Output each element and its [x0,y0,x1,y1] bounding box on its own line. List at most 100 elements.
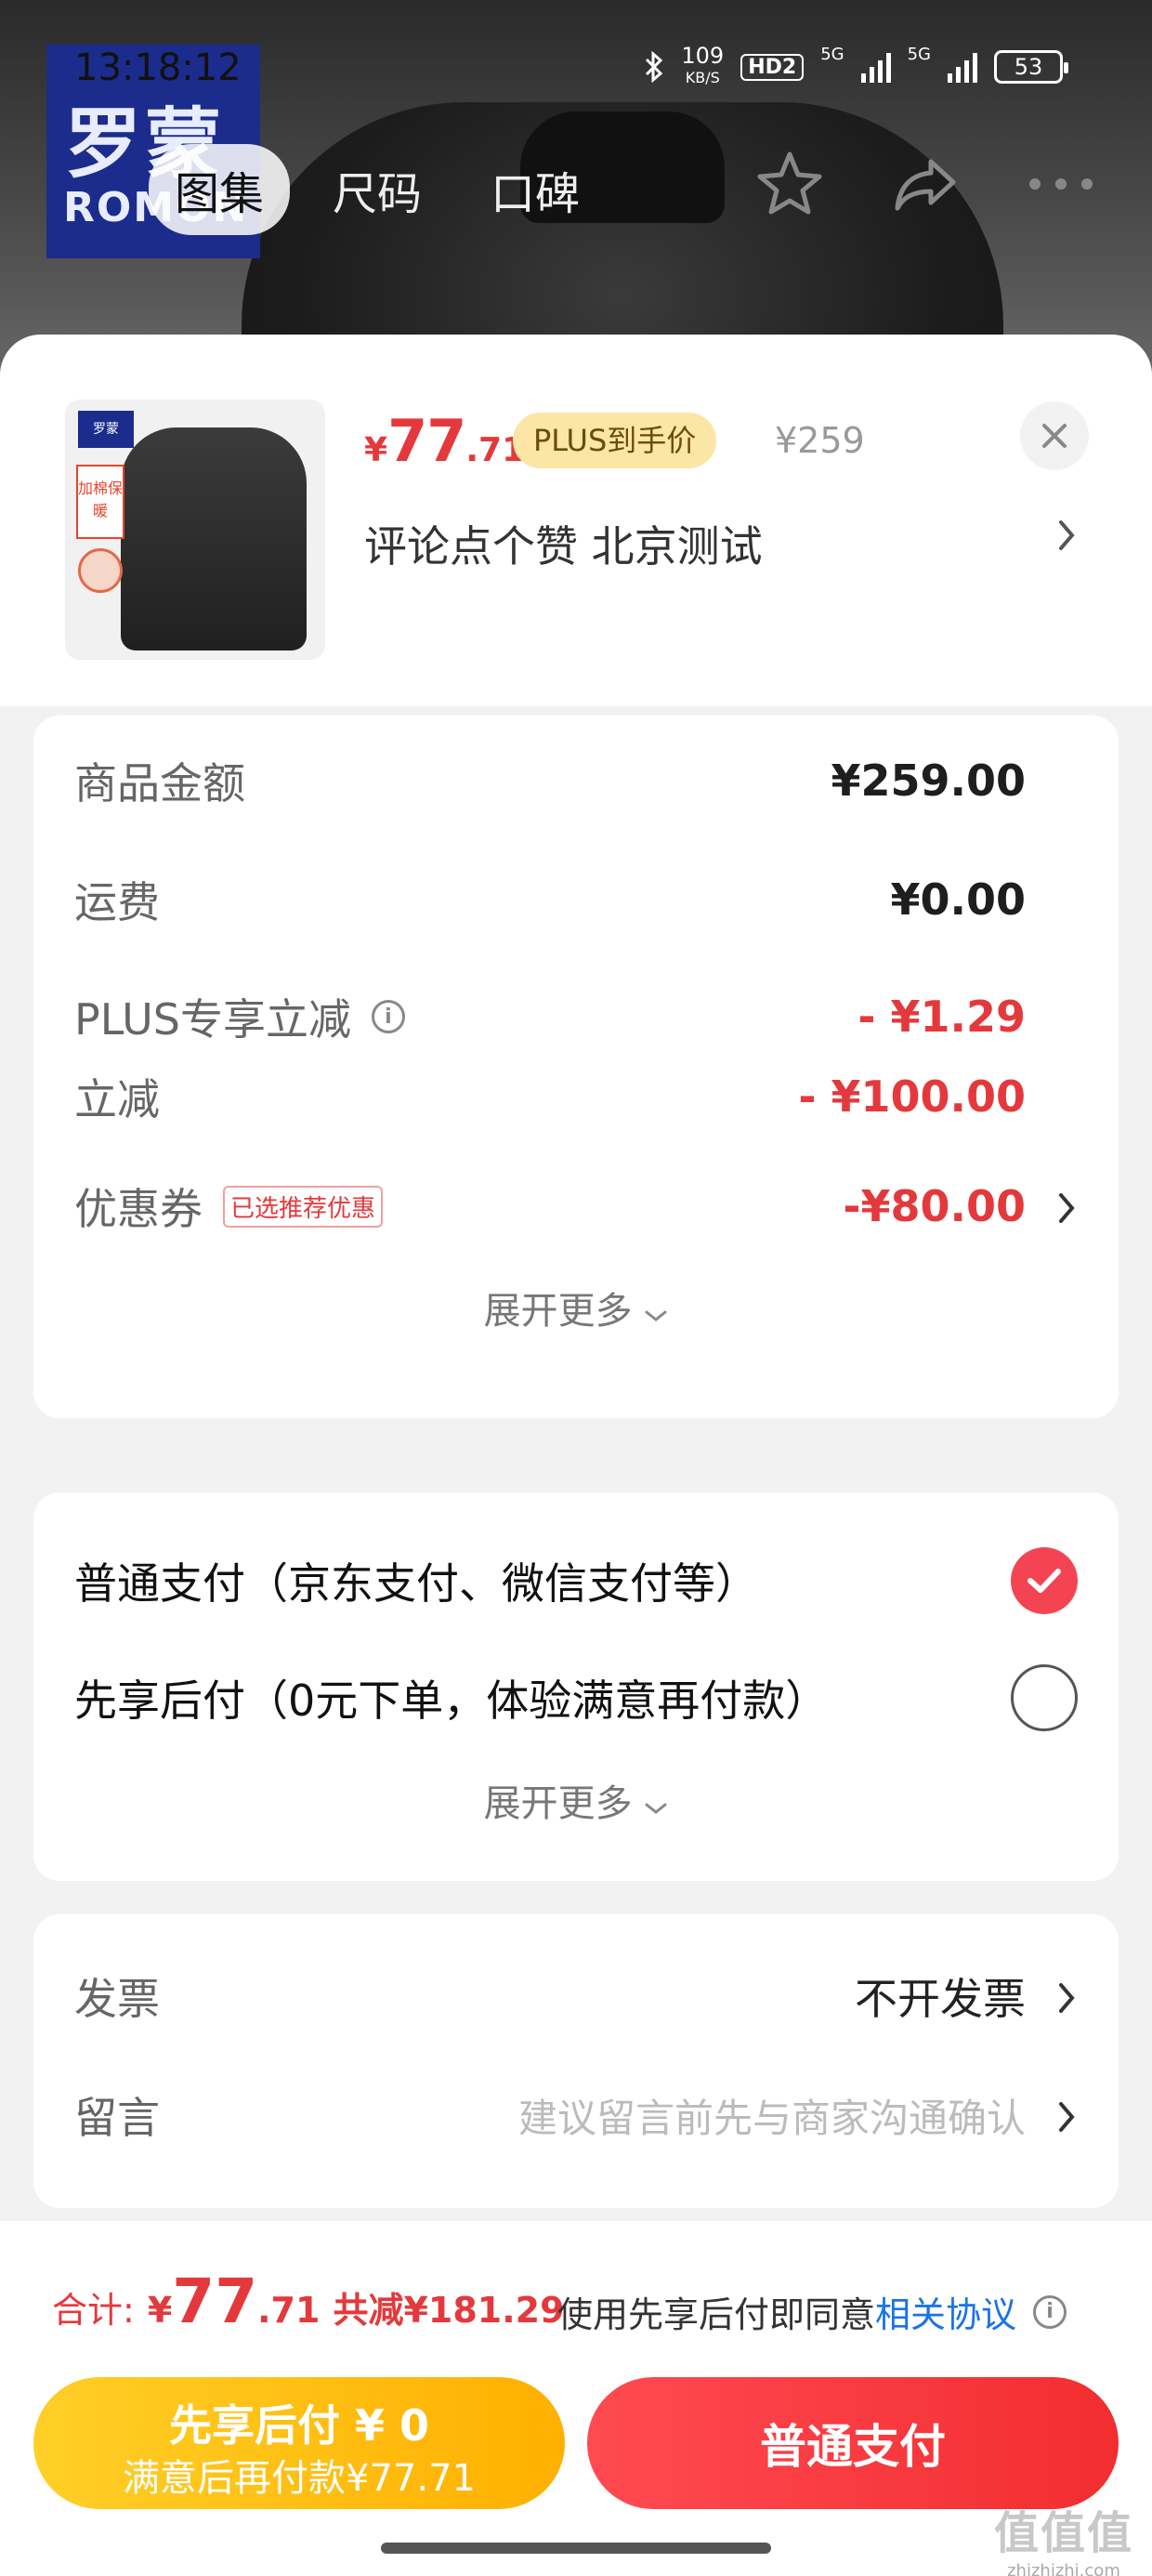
expand-more-label: 展开更多 [483,1782,633,1825]
message-input[interactable]: 建议留言前先与商家沟通确认 [518,2087,1078,2144]
agreement-notice: 使用先享后付即同意 相关协议 i [557,2286,1067,2337]
top-tabs: 图集 尺码 口碑 [149,144,606,235]
star-icon[interactable] [754,149,825,219]
price-integer: 77 [387,407,466,475]
total-saved: 共减¥181.29 [333,2290,565,2331]
plus-price-badge: PLUS到手价 [513,413,717,468]
status-bar: 13:18:12 109 KB/S HD2 5G 5G 53 [0,0,1152,139]
watermark: 值值值 zhizhizhi.com [994,2496,1133,2576]
hd-icon: HD2 [740,53,805,81]
total-integer: 77 [172,2266,258,2337]
payment-card: 普通支付（京东支付、微信支付等） 先享后付（0元下单，体验满意再付款） 展开更多 [33,1492,1119,1881]
amount-label: 运费 [74,877,160,927]
close-button[interactable] [1020,401,1089,470]
amount-value: - ¥1.29 [857,992,1026,1042]
total-symbol: ¥ [147,2290,173,2331]
thumbnail-badge-icon [78,548,123,593]
status-time: 13:18:12 [74,46,242,89]
pay-later-title: 先享后付 ¥ 0 [168,2400,430,2451]
price-symbol: ¥ [364,431,388,469]
product-summary: 罗蒙 加棉保暖 ¥ 77 .71 PLUS到手价 ¥259 评论点个赞 北京测试 [0,335,1152,706]
amount-row-shipping: 运费 ¥0.00 [74,862,1078,937]
message-row[interactable]: 留言 建议留言前先与商家沟通确认 [74,2078,1078,2152]
more-icon[interactable] [1026,175,1096,193]
watermark-url: zhizhizhi.com [1007,2561,1120,2576]
amount-row-goods: 商品金额 ¥259.00 [74,743,1078,818]
total-line: 合计: ¥ 77 .71 共减¥181.29 [52,2266,565,2337]
signal-label-1: 5G [820,45,844,64]
thumbnail-jacket [121,427,307,651]
invoice-value: 不开发票 [855,1974,1026,2024]
bottom-bar: 合计: ¥ 77 .71 共减¥181.29 使用先享后付即同意 相关协议 i … [0,2221,1152,2576]
bluetooth-icon [646,51,663,83]
tab-size[interactable]: 尺码 [307,144,448,235]
pay-now-button[interactable]: 普通支付 [587,2377,1119,2509]
expand-more-payment[interactable]: 展开更多 [33,1773,1119,1827]
chevron-right-icon[interactable] [1057,517,1078,554]
battery-icon: 53 [994,50,1068,84]
agreement-text: 使用先享后付即同意 [557,2294,876,2335]
amount-value: ¥259.00 [831,756,1026,806]
check-icon [1028,1569,1061,1593]
chevron-right-icon[interactable] [1057,2098,1078,2136]
expand-more-label: 展开更多 [483,1290,633,1333]
thumbnail-tag: 加棉保暖 [76,465,124,539]
payment-option-normal[interactable]: 普通支付（京东支付、微信支付等） [74,1539,1078,1623]
amount-label: 立减 [74,1074,160,1124]
invoice-row[interactable]: 发票 不开发票 [74,1959,1078,2033]
network-speed-unit: KB/S [685,69,720,86]
status-icons: 109 KB/S HD2 5G 5G 53 [644,45,1068,89]
message-label: 留言 [74,2093,160,2143]
expand-more-amounts[interactable]: 展开更多 [33,1281,1119,1334]
amount-label: 优惠券 已选推荐优惠 [74,1176,384,1237]
tab-reviews[interactable]: 口碑 [465,144,606,235]
product-price: ¥ 77 .71 [364,407,525,475]
pay-later-subtitle: 满意后再付款¥77.71 [123,2457,476,2500]
network-speed-value: 109 [681,43,725,69]
radio-checked[interactable] [1011,1547,1078,1614]
amount-value: - ¥100.00 [798,1071,1026,1122]
info-icon[interactable]: i [1033,2294,1067,2329]
total-label: 合计: [52,2290,135,2331]
extra-card: 发票 不开发票 留言 建议留言前先与商家沟通确认 [33,1914,1119,2208]
signal-icon-2 [948,51,977,83]
total-decimal: .71 [257,2290,321,2331]
coupon-label: 优惠券 [74,1184,203,1234]
signal-label-2: 5G [907,45,931,64]
battery-level: 53 [1014,54,1043,80]
info-icon[interactable]: i [371,1000,405,1033]
amount-row-coupon[interactable]: 优惠券 已选推荐优惠 -¥80.00 [74,1169,1078,1243]
chevron-right-icon[interactable] [1057,1979,1078,2017]
amount-card-continued: 立减 - ¥100.00 优惠券 已选推荐优惠 -¥80.00 展开更多 [33,1059,1119,1418]
product-thumbnail[interactable]: 罗蒙 加棉保暖 [65,400,325,660]
original-price: ¥259 [775,420,865,461]
share-icon[interactable] [890,149,961,219]
payment-option-label: 普通支付（京东支付、微信支付等） [74,1558,758,1609]
amount-row-instant-discount: 立减 - ¥100.00 [74,1059,1078,1134]
amount-label: 商品金额 [74,758,245,808]
close-icon [1042,424,1067,448]
home-indicator[interactable] [381,2543,771,2554]
payment-option-later[interactable]: 先享后付（0元下单，体验满意再付款） [74,1656,1078,1740]
payment-option-label: 先享后付（0元下单，体验满意再付款） [74,1676,829,1726]
chevron-right-icon[interactable] [1057,1189,1078,1227]
top-actions [754,149,1096,219]
chevron-down-icon [645,1803,667,1814]
amount-value: -¥80.00 [843,1181,1026,1231]
thumbnail-logo: 罗蒙 [78,411,134,448]
invoice-label: 发票 [74,1974,160,2024]
agreement-link[interactable]: 相关协议 [875,2286,1016,2337]
amount-value: ¥0.00 [890,874,1026,925]
amount-label-text: PLUS专享立减 [74,994,351,1045]
amount-label: PLUS专享立减 i [74,986,405,1047]
signal-icon [860,51,891,83]
tab-gallery[interactable]: 图集 [149,144,291,235]
coupon-tag: 已选推荐优惠 [223,1185,384,1228]
address-title[interactable]: 评论点个赞 北京测试 [364,513,763,574]
radio-unchecked[interactable] [1011,1664,1078,1731]
network-speed: 109 KB/S [681,45,724,89]
pay-later-button[interactable]: 先享后付 ¥ 0 满意后再付款¥77.71 [33,2377,565,2509]
chevron-down-icon [645,1310,667,1321]
amount-row-plus-discount: PLUS专享立减 i - ¥1.29 [74,979,1078,1054]
watermark-logo: 值值值 [993,2507,1133,2559]
